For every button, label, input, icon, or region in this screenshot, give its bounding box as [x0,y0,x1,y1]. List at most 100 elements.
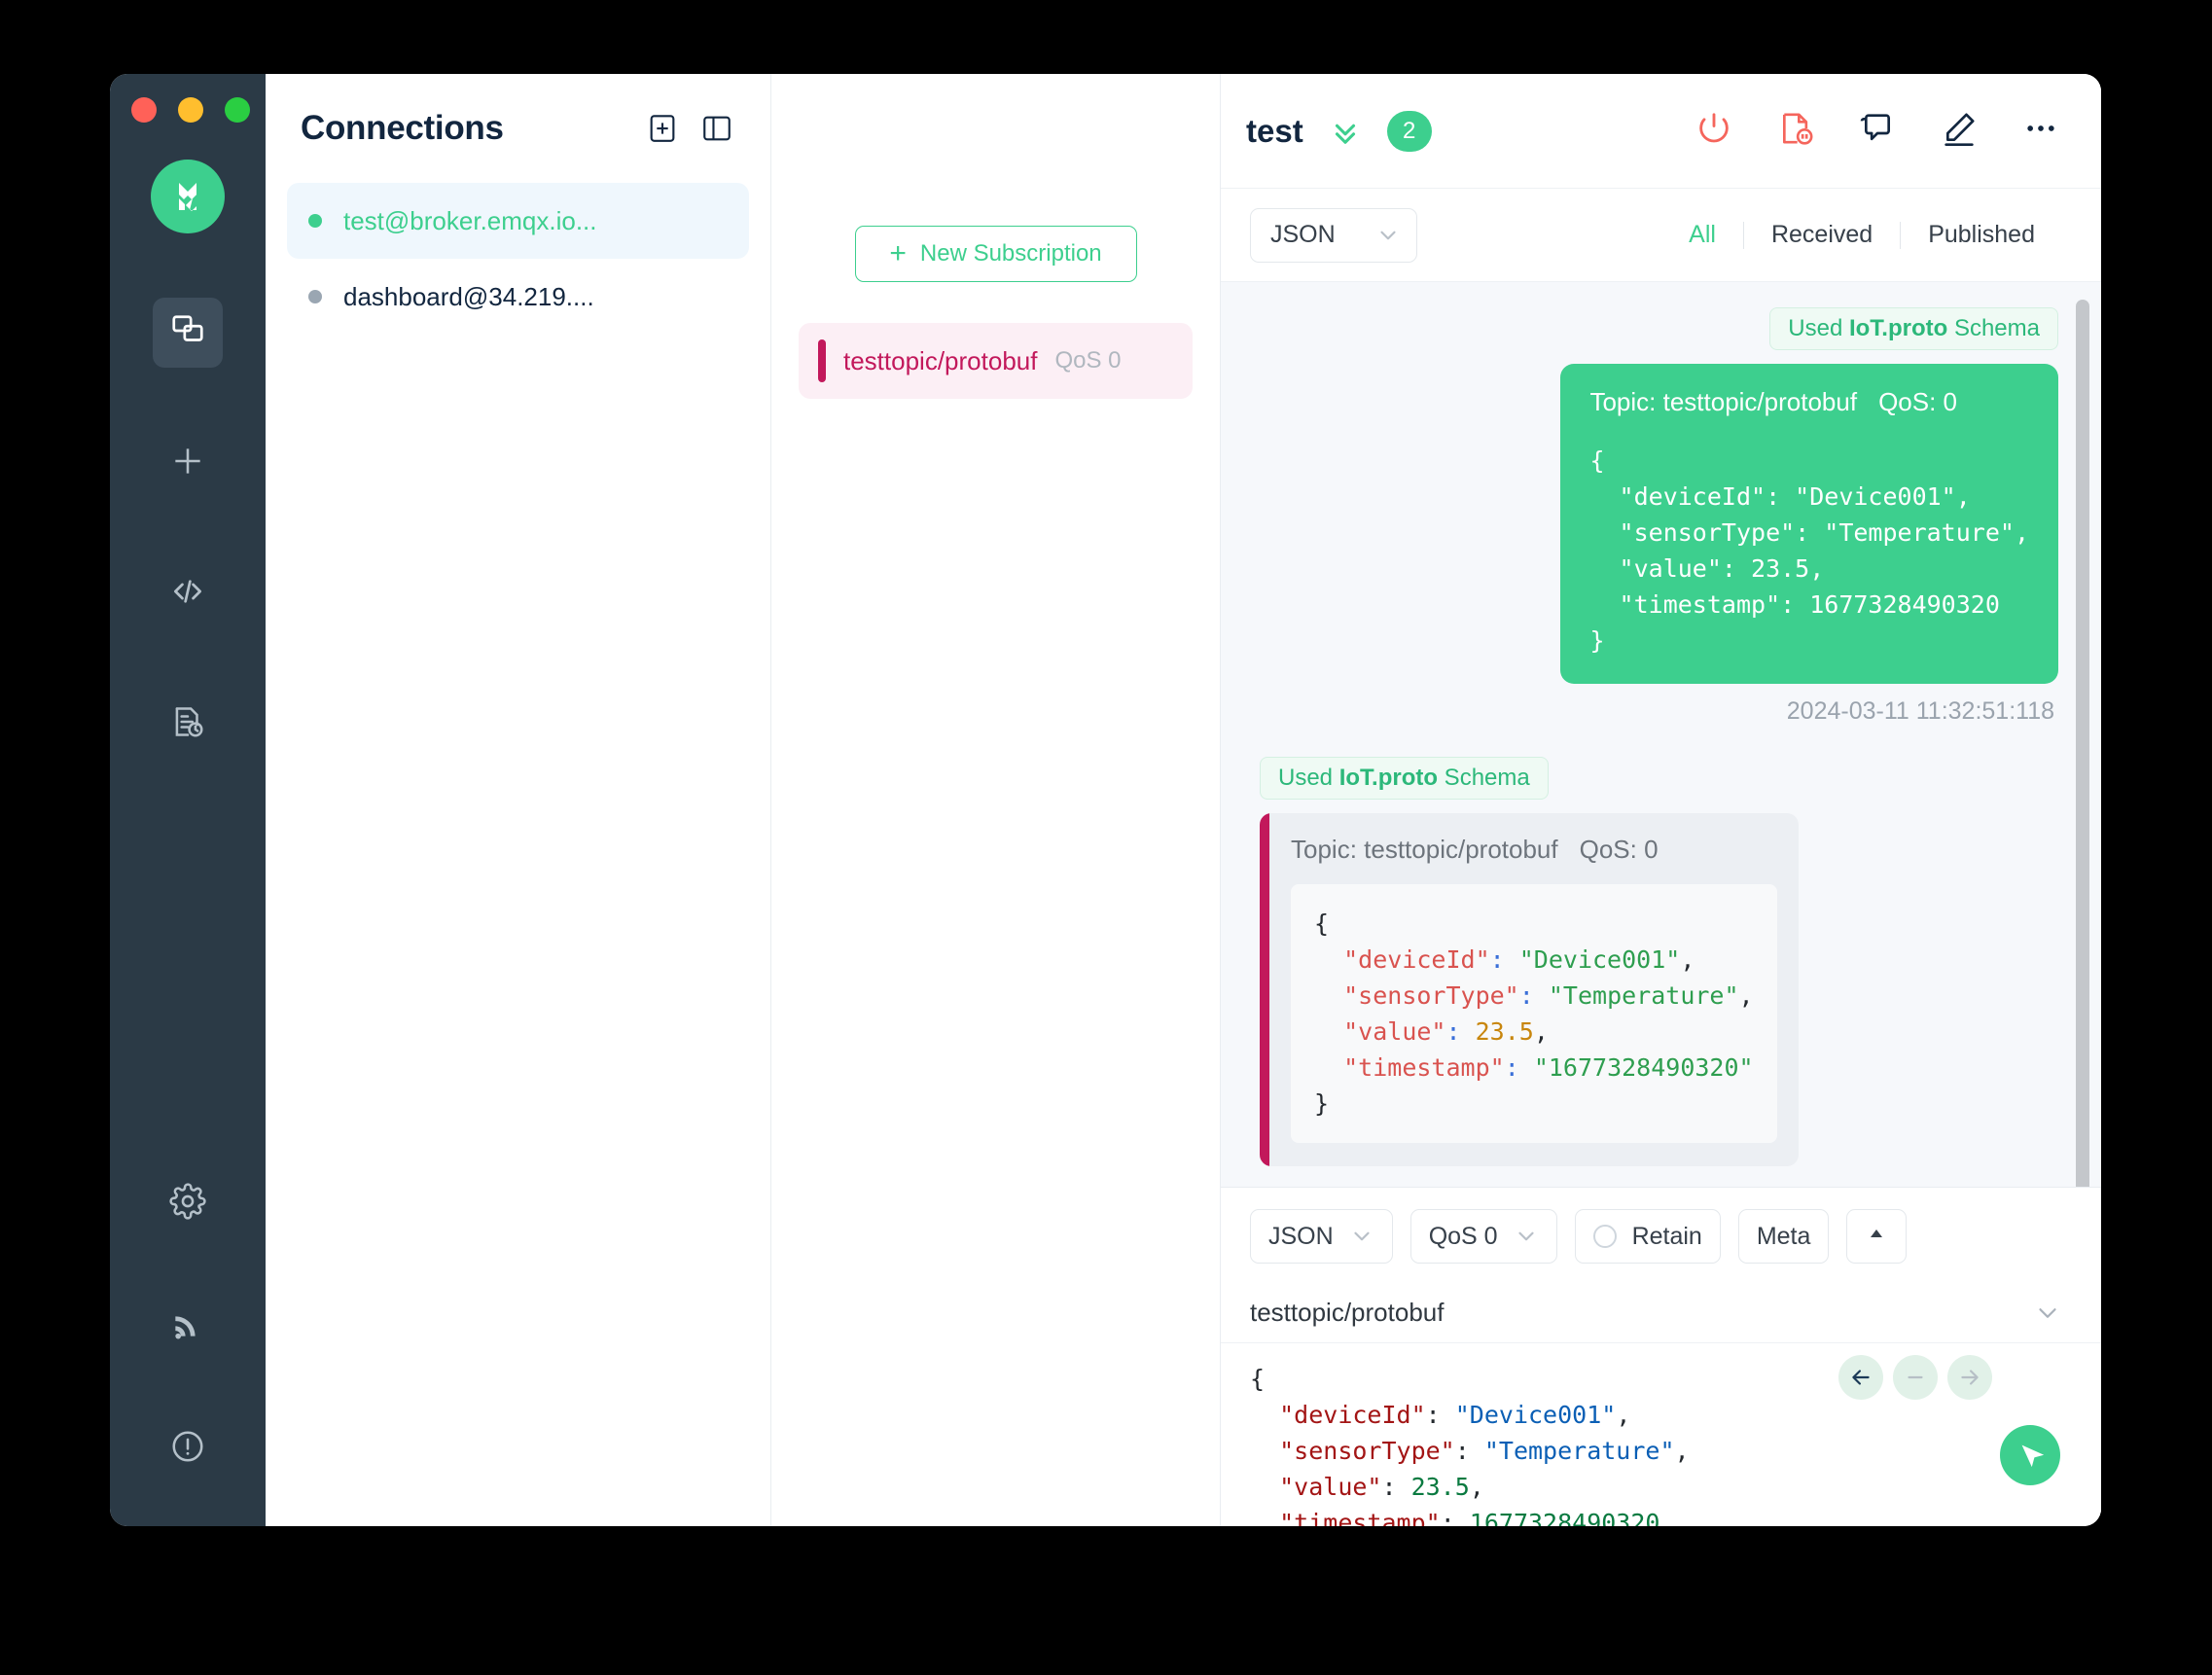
connections-panel: Connections test@broker.emqx.io... [266,74,771,1526]
meta-label: Meta [1757,1223,1811,1251]
publish-qos-value: QoS 0 [1429,1223,1498,1251]
connection-item-dashboard[interactable]: dashboard@34.219.... [287,259,749,335]
publish-panel: JSON QoS 0 Retain [1221,1187,2101,1526]
schema-badge: Used IoT.proto Schema [1260,757,1549,800]
scrollbar-thumb[interactable] [2076,300,2089,1187]
schema-suffix: Schema [1947,315,2040,341]
rail-primary-items [110,298,266,819]
json-value: "Temperature" [1484,1437,1675,1465]
editor-nav-buttons [1838,1355,1992,1400]
sidebar-item-log[interactable] [153,689,223,759]
app-window: Connections test@broker.emqx.io... [110,74,2101,1526]
message-payload: { "deviceId": "Device001", "sensorType":… [1291,884,1777,1143]
json-key: "deviceId" [1343,945,1490,974]
message-bubble-received[interactable]: Topic: testtopic/protobufQoS: 0 { "devic… [1260,813,1799,1166]
message-bubble-published[interactable]: Topic: testtopic/protobuf QoS: 0 { "devic… [1560,364,2058,684]
traffic-lights [131,97,250,123]
message-topic: Topic: testtopic/protobuf [1589,387,1857,416]
json-key: "sensorType" [1343,981,1519,1010]
add-connection-button[interactable] [646,112,679,145]
json-key: "deviceId" [1279,1401,1426,1429]
filter-received[interactable]: Received [1744,221,1900,249]
minimize-window-button[interactable] [178,97,203,123]
brace-open: { [1250,1365,1265,1393]
payload-format-select[interactable]: JSON [1250,208,1417,263]
message-color-bar [1260,813,1269,1166]
publish-topic-row[interactable]: testtopic/protobuf [1221,1283,2101,1343]
send-icon [2016,1439,2045,1473]
connection-name: test@broker.emqx.io... [343,206,597,236]
json-key: "sensorType" [1279,1437,1455,1465]
subscription-color-bar [818,339,826,382]
document-clock-icon [169,703,206,745]
edit-connection-button[interactable] [1940,109,1979,153]
toggle-sidebar-button[interactable] [700,112,733,145]
speech-bubbles-icon [1858,109,1897,153]
subscription-item[interactable]: testtopic/protobuf QoS 0 [799,323,1193,399]
send-message-button[interactable] [2000,1425,2060,1485]
payload-format-value: JSON [1270,221,1336,249]
message-qos: QoS: 0 [1878,387,1957,416]
message-list-scrollbar[interactable] [2076,300,2089,1177]
filter-all[interactable]: All [1661,221,1743,249]
mqttx-logo [151,160,225,233]
message-panel: test 2 [1221,74,2101,1526]
message-row-received: Used IoT.proto Schema Topic: testtopic/p… [1260,757,2058,1166]
retain-toggle[interactable]: Retain [1575,1209,1721,1264]
brace-close: } [1314,1089,1329,1118]
caret-up-icon [1865,1222,1888,1251]
connection-toolbar: test 2 [1221,74,2101,189]
brace-open: { [1314,909,1329,938]
message-timestamp: 2024-03-11 11:32:51:118 [1787,697,2054,726]
gear-icon [169,1183,206,1225]
publish-topic-input[interactable]: testtopic/protobuf [1250,1298,2033,1328]
publish-qos-select[interactable]: QoS 0 [1410,1209,1557,1264]
message-topic: Topic: testtopic/protobuf [1291,835,1558,864]
message-filters: All Received Published [1661,221,2062,249]
message-meta: Topic: testtopic/protobuf QoS: 0 [1589,387,2029,417]
json-key: "timestamp" [1343,1053,1505,1082]
subscriptions-panel: + New Subscription testtopic/protobuf Qo… [771,74,1221,1526]
sidebar-item-about[interactable] [153,1413,223,1483]
message-list: Used IoT.proto Schema Topic: testtopic/p… [1221,282,2101,1187]
signal-icon [169,1305,206,1347]
filter-published[interactable]: Published [1901,221,2062,249]
schema-suffix: Schema [1438,765,1530,791]
chat-view-button[interactable] [1858,109,1897,153]
close-window-button[interactable] [131,97,157,123]
editor-forward-button[interactable] [1947,1355,1992,1400]
connection-item-test[interactable]: test@broker.emqx.io... [287,183,749,259]
collapse-publish-button[interactable] [1846,1209,1907,1264]
plus-icon: + [889,239,907,268]
json-value: 1677328490320 [1470,1509,1660,1526]
json-value: 23.5 [1476,1017,1534,1046]
new-subscription-button[interactable]: + New Subscription [855,226,1137,282]
rail-secondary-items [110,1168,266,1483]
more-options-button[interactable] [2021,109,2060,153]
ellipsis-icon [2021,109,2060,153]
maximize-window-button[interactable] [225,97,250,123]
publish-format-select[interactable]: JSON [1250,1209,1393,1264]
status-dot-online [308,214,322,228]
schema-prefix: Used [1278,765,1339,791]
disconnect-button[interactable] [1695,109,1733,153]
chevrons-down-icon[interactable] [1329,115,1362,148]
sidebar-item-new-connection[interactable] [153,428,223,498]
publish-format-value: JSON [1268,1223,1334,1251]
json-key: "timestamp" [1279,1509,1441,1526]
pencil-icon [1940,109,1979,153]
sidebar-item-scripts[interactable] [153,558,223,628]
sidebar-item-connections[interactable] [153,298,223,368]
message-payload: { "deviceId": "Device001", "sensorType":… [1589,443,2029,659]
publish-payload-editor[interactable]: { "deviceId": "Device001", "sensorType":… [1221,1343,2101,1526]
pause-recording-button[interactable] [1776,109,1815,153]
chevron-down-icon[interactable] [2033,1299,2062,1328]
connections-header: Connections [266,74,770,183]
sidebar-item-broker[interactable] [153,1291,223,1361]
sidebar-item-settings[interactable] [153,1168,223,1238]
message-meta: Topic: testtopic/protobufQoS: 0 [1291,835,1777,865]
meta-button[interactable]: Meta [1738,1209,1830,1264]
subscription-qos: QoS 0 [1054,347,1121,374]
publish-toolbar: JSON QoS 0 Retain [1221,1188,2101,1283]
editor-back-button[interactable] [1838,1355,1883,1400]
